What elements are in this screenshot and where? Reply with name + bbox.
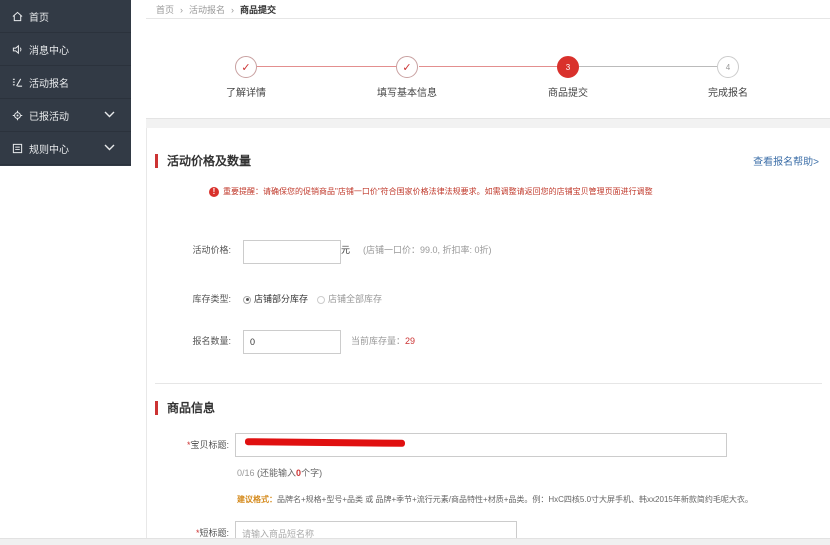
radio-label: 店铺部分库存 [254, 294, 309, 304]
chevron-down-icon[interactable] [104, 143, 115, 154]
price-unit: 元 [341, 245, 351, 255]
speaker-icon [11, 43, 23, 55]
radio-unchecked-icon[interactable] [317, 295, 325, 304]
char-count-value: 0/16 [237, 468, 255, 478]
step-1-check-icon: ✓ [235, 56, 257, 78]
price-notice: ! 重要提醒：请确保您的促销商品"店铺一口价"符合国家价格法律法规要求。如需调整… [209, 186, 653, 197]
step-connector [579, 66, 717, 67]
stock-hint: 当前库存量：29 [351, 334, 415, 347]
suggest-text: 品牌名+规格+型号+品类 或 品牌+季节+流行元素/商品特性+材质+品类。例：H… [277, 495, 753, 504]
step-3-indicator: 3 [557, 56, 579, 78]
price-hint: (店铺一口价：99.0, 折扣率: 0折) [363, 245, 492, 255]
step-2-label: 填写基本信息 [377, 88, 437, 99]
progress-steps: ✓ ✓ 3 4 了解详情 填写基本信息 商品提交 完成报名 [146, 19, 830, 117]
suggest-label: 建议格式： [237, 495, 277, 504]
radio-label: 店铺全部库存 [328, 294, 383, 304]
quantity-label: 报名数量: [192, 336, 231, 346]
stock-type-label: 库存类型: [192, 294, 231, 304]
gear-icon [11, 109, 23, 121]
chevron-right-icon: › [231, 4, 235, 15]
section-divider [155, 383, 822, 384]
step-1-label: 了解详情 [226, 88, 266, 99]
list-edit-icon [11, 76, 23, 88]
char-count: 0/16 (还能输入0个字) [237, 466, 322, 479]
sidebar-item-label: 消息中心 [29, 45, 69, 57]
sidebar-item-messages[interactable]: 消息中心 [0, 33, 131, 66]
sidebar-item-label: 规则中心 [29, 144, 69, 156]
notice-text: 重要提醒：请确保您的促销商品"店铺一口价"符合国家价格法律法规要求。如需调整请返… [223, 187, 653, 196]
section-separator [146, 118, 830, 128]
sidebar-item-label: 活动报名 [29, 78, 69, 90]
home-icon [11, 10, 23, 22]
char-hint-suffix: 个字) [301, 468, 323, 478]
form-panel: 活动价格及数量 查看报名帮助> ! 重要提醒：请确保您的促销商品"店铺一口价"符… [146, 128, 830, 545]
step-4-indicator: 4 [717, 56, 739, 78]
step-3-label: 商品提交 [548, 88, 588, 99]
sidebar-item-reported[interactable]: 已报活动 [0, 99, 131, 132]
breadcrumb-current: 商品提交 [240, 5, 277, 15]
section-marker [155, 400, 158, 415]
sidebar-item-label: 已报活动 [29, 111, 69, 123]
section-marker [155, 153, 158, 168]
sidebar-item-home[interactable]: 首页 [0, 0, 131, 33]
breadcrumb-home[interactable]: 首页 [156, 3, 174, 16]
breadcrumb: 首页 › 活动报名 › 商品提交 [156, 3, 276, 16]
price-label: 活动价格: [192, 245, 231, 255]
section-title-text: 活动价格及数量 [167, 154, 252, 168]
sidebar-item-label: 首页 [29, 12, 49, 24]
stock-hint-prefix: 当前库存量： [351, 336, 406, 346]
step-connector [257, 66, 396, 67]
breadcrumb-signup[interactable]: 活动报名 [189, 3, 225, 16]
radio-checked-icon[interactable] [243, 295, 251, 304]
short-title-label-text: 短标题: [199, 528, 229, 538]
price-input[interactable] [243, 240, 341, 264]
item-title-label-text: 宝贝标题: [190, 440, 229, 450]
stock-option-all[interactable]: 店铺全部库存 [317, 292, 382, 305]
suggest-format: 建议格式：品牌名+规格+型号+品类 或 品牌+季节+流行元素/商品特性+材质+品… [237, 494, 753, 505]
document-icon [11, 142, 23, 154]
chevron-down-icon[interactable] [104, 110, 115, 121]
product-section-title: 商品信息 [155, 399, 215, 416]
char-hint-prefix: (还能输入 [257, 468, 297, 478]
warning-icon: ! [209, 186, 219, 197]
quantity-input[interactable]: 0 [243, 330, 341, 354]
section-title-text: 商品信息 [167, 401, 216, 415]
step-2-check-icon: ✓ [396, 56, 418, 78]
item-title-label: *宝贝标题: [186, 440, 229, 450]
step-connector [419, 66, 557, 67]
price-section-title: 活动价格及数量 [155, 152, 251, 169]
sidebar-item-signup[interactable]: 活动报名 [0, 66, 131, 99]
stock-hint-value: 29 [405, 336, 416, 346]
help-link[interactable]: 查看报名帮助> [753, 153, 819, 168]
chevron-right-icon: › [180, 4, 184, 15]
horizontal-scrollbar[interactable] [0, 538, 830, 545]
step-4-label: 完成报名 [708, 88, 748, 99]
sidebar-item-rules[interactable]: 规则中心 [0, 132, 131, 165]
sidebar: 首页 消息中心 活动报名 已报活动 规则中心 [0, 0, 131, 166]
stock-option-partial[interactable]: 店铺部分库存 [243, 292, 308, 305]
